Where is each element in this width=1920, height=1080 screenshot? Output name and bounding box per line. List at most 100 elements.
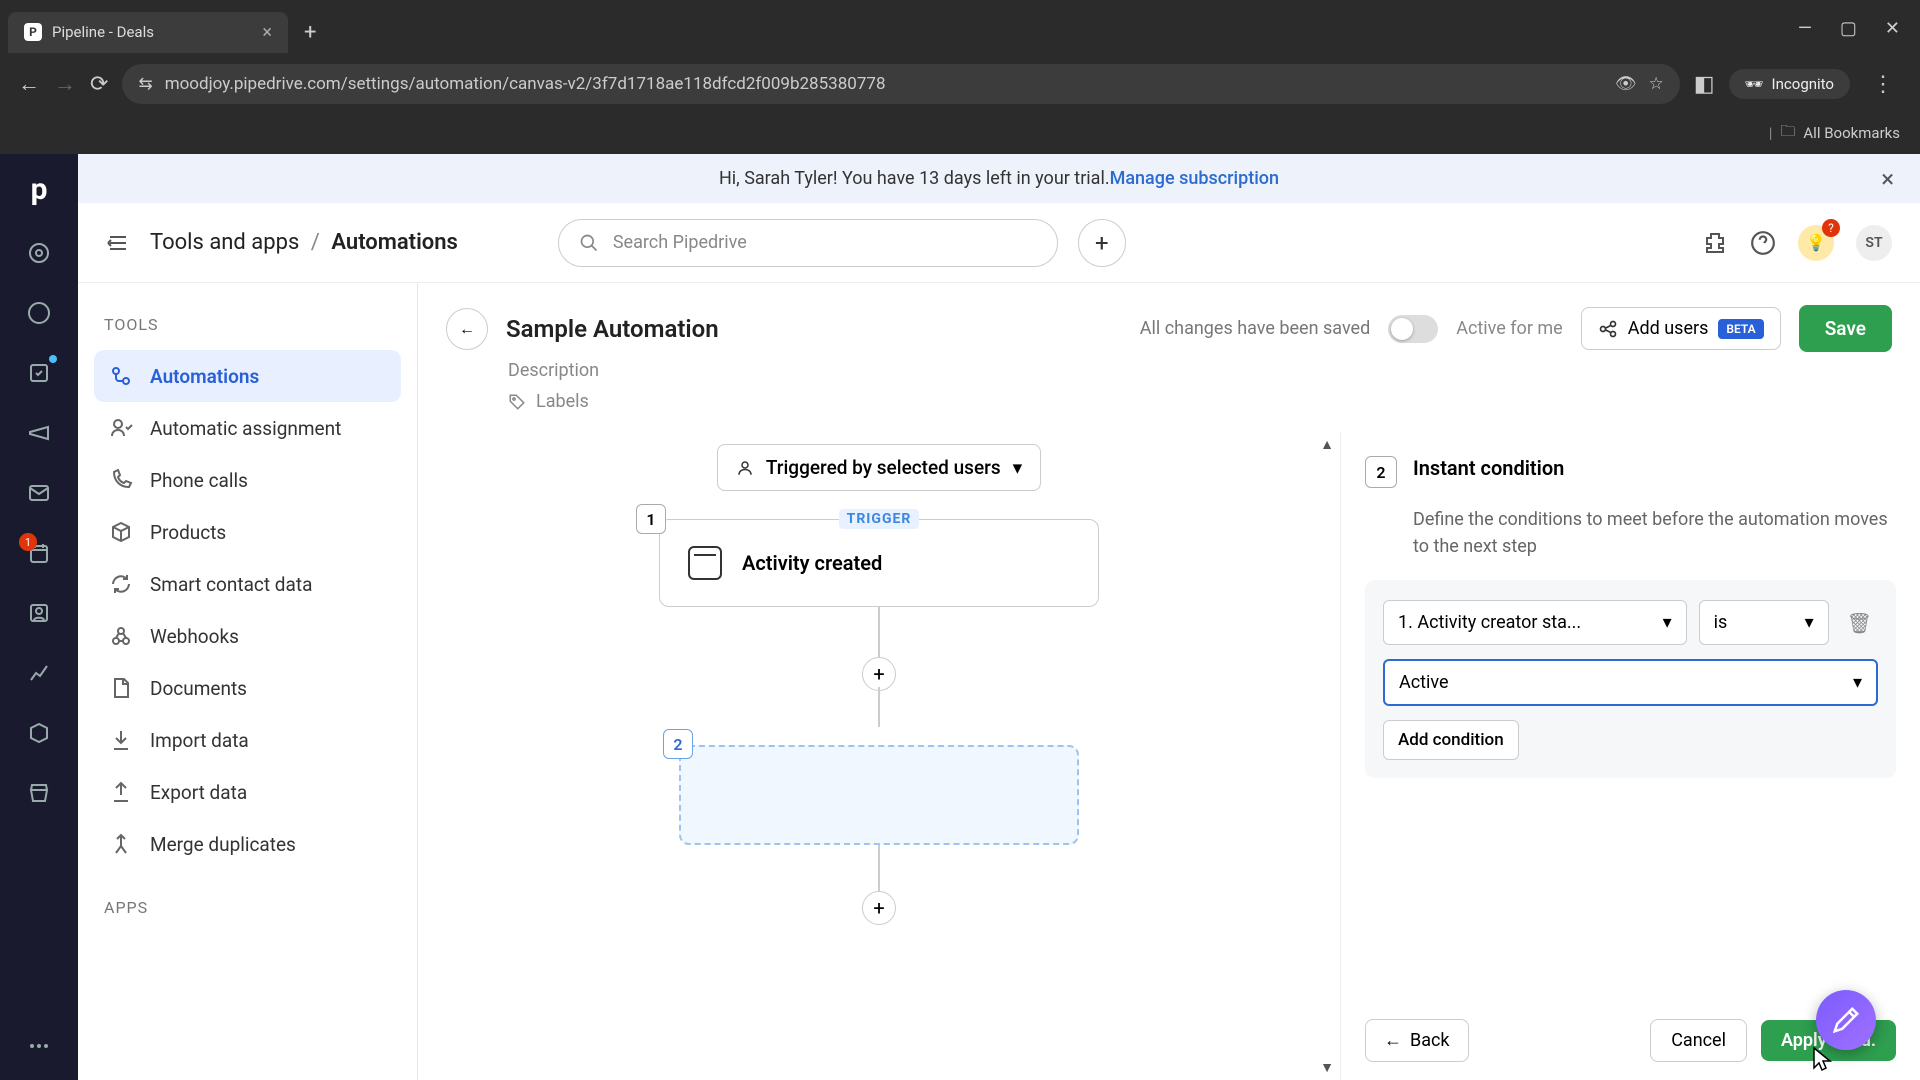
phone-icon (108, 467, 134, 493)
description-field[interactable]: Description (418, 360, 1920, 387)
webhook-icon (108, 623, 134, 649)
sidebar-item-smart-contact[interactable]: Smart contact data (94, 558, 401, 610)
eye-off-icon[interactable]: 👁 (1615, 74, 1637, 94)
rail-contacts-icon[interactable] (25, 599, 53, 627)
pipedrive-logo[interactable]: p (31, 172, 48, 207)
extensions-icon[interactable] (1704, 231, 1728, 255)
rail-deals-icon[interactable] (25, 299, 53, 327)
automation-canvas[interactable]: ▲ Triggered by selected users ▾ TRIGGER … (418, 432, 1340, 1080)
browser-menu-icon[interactable]: ⋮ (1864, 72, 1902, 97)
panel-back-button[interactable]: ← Back (1365, 1019, 1469, 1062)
sidebar-item-export[interactable]: Export data (94, 766, 401, 818)
left-nav-rail: p 1 (0, 154, 78, 1080)
reload-icon[interactable]: ⟳ (90, 72, 108, 97)
condition-field-select[interactable]: 1. Activity creator sta...▾ (1383, 600, 1687, 645)
add-condition-button[interactable]: Add condition (1383, 720, 1519, 760)
editor-back-button[interactable]: ← (446, 308, 488, 350)
calendar-icon (688, 546, 722, 580)
save-status: All changes have been saved (1140, 318, 1370, 339)
active-toggle[interactable] (1388, 315, 1438, 343)
sidebar-item-automations[interactable]: Automations (94, 350, 401, 402)
condition-value-select[interactable]: Active▾ (1383, 659, 1878, 706)
maximize-icon[interactable]: ▢ (1840, 18, 1857, 39)
trigger-step-card[interactable]: 1 Activity created (659, 519, 1099, 607)
rail-marketplace-icon[interactable] (25, 779, 53, 807)
sidebar-item-merge[interactable]: Merge duplicates (94, 818, 401, 870)
rail-projects-icon[interactable] (25, 359, 53, 387)
minimize-icon[interactable]: — (1798, 18, 1812, 39)
condition-step-placeholder[interactable]: 2 (679, 745, 1079, 845)
tag-icon (508, 393, 526, 411)
help-icon[interactable] (1750, 230, 1776, 256)
condition-description: Define the conditions to meet before the… (1413, 506, 1896, 560)
new-tab-button[interactable]: + (292, 20, 328, 45)
quick-add-button[interactable]: + (1078, 219, 1126, 267)
share-icon (1598, 319, 1618, 339)
trial-text: Hi, Sarah Tyler! You have 13 days left i… (719, 168, 1110, 189)
search-icon (579, 233, 599, 253)
labels-field[interactable]: Labels (418, 387, 1920, 432)
sidebar-toggle-icon[interactable] (106, 231, 130, 255)
trigger-badge: TRIGGER (839, 509, 920, 529)
trial-banner: Hi, Sarah Tyler! You have 13 days left i… (78, 154, 1920, 203)
rail-campaigns-icon[interactable] (25, 419, 53, 447)
sidebar-item-products[interactable]: Products (94, 506, 401, 558)
chevron-down-icon: ▾ (1663, 612, 1672, 633)
sidebar-item-webhooks[interactable]: Webhooks (94, 610, 401, 662)
breadcrumb-parent[interactable]: Tools and apps (150, 230, 299, 255)
add-step-button[interactable]: + (862, 657, 896, 691)
refresh-icon (108, 571, 134, 597)
all-bookmarks-link[interactable]: All Bookmarks (1803, 124, 1900, 142)
rail-activities-icon[interactable]: 1 (25, 539, 53, 567)
automation-editor: ← Sample Automation All changes have bee… (418, 283, 1920, 1080)
sidebar-item-import[interactable]: Import data (94, 714, 401, 766)
close-icon[interactable]: × (262, 22, 272, 43)
delete-condition-icon[interactable]: 🗑 (1841, 605, 1878, 641)
add-step-button-2[interactable]: + (862, 891, 896, 925)
site-info-icon[interactable]: ⇆ (138, 74, 152, 94)
automation-title[interactable]: Sample Automation (506, 315, 719, 343)
save-button[interactable]: Save (1799, 305, 1892, 352)
rail-mail-icon[interactable] (25, 479, 53, 507)
tips-icon[interactable]: 💡? (1798, 225, 1834, 261)
connector-line (878, 845, 880, 895)
breadcrumb: Tools and apps / Automations (150, 230, 458, 255)
bookmark-star-icon[interactable]: ☆ (1648, 74, 1663, 94)
notification-badge: ? (1822, 219, 1840, 237)
condition-block: 1. Activity creator sta...▾ is▾ 🗑 Active… (1365, 580, 1896, 778)
rail-leads-icon[interactable] (25, 239, 53, 267)
triggered-by-dropdown[interactable]: Triggered by selected users ▾ (717, 444, 1041, 491)
folder-icon: 🗀 (1780, 121, 1795, 146)
chevron-down-icon: ▾ (1853, 672, 1862, 693)
close-window-icon[interactable]: ✕ (1885, 18, 1900, 39)
back-icon[interactable]: ← (18, 71, 40, 97)
manage-subscription-link[interactable]: Manage subscription (1110, 168, 1279, 189)
side-panel-icon[interactable]: ◧ (1694, 72, 1715, 97)
cancel-button[interactable]: Cancel (1650, 1019, 1747, 1062)
help-fab[interactable] (1816, 990, 1876, 1050)
add-users-button[interactable]: Add users BETA (1581, 307, 1781, 350)
tab-title: Pipeline - Deals (52, 23, 154, 41)
rail-more-icon[interactable] (25, 1032, 53, 1060)
condition-title: Instant condition (1413, 456, 1564, 480)
rail-products-icon[interactable] (25, 719, 53, 747)
rail-insights-icon[interactable] (25, 659, 53, 687)
incognito-badge[interactable]: 🕶 Incognito (1729, 69, 1851, 99)
address-bar[interactable]: ⇆ moodjoy.pipedrive.com/settings/automat… (122, 64, 1679, 104)
sidebar-item-documents[interactable]: Documents (94, 662, 401, 714)
scroll-down-icon[interactable]: ▼ (1320, 1059, 1334, 1076)
browser-tab[interactable]: P Pipeline - Deals × (8, 12, 288, 53)
forward-icon[interactable]: → (54, 71, 76, 97)
sidebar-item-auto-assignment[interactable]: Automatic assignment (94, 402, 401, 454)
download-icon (108, 727, 134, 753)
scroll-up-icon[interactable]: ▲ (1320, 436, 1334, 453)
banner-close-icon[interactable]: × (1881, 165, 1894, 193)
browser-tab-strip: P Pipeline - Deals × + — ▢ ✕ (0, 0, 1920, 56)
search-input[interactable]: Search Pipedrive (558, 219, 1058, 267)
topbar: Tools and apps / Automations Search Pipe… (78, 203, 1920, 283)
condition-operator-select[interactable]: is▾ (1699, 600, 1829, 645)
avatar[interactable]: ST (1856, 225, 1892, 261)
connector-line (878, 687, 880, 727)
sidebar-item-phone-calls[interactable]: Phone calls (94, 454, 401, 506)
step-number-1: 1 (636, 504, 666, 534)
